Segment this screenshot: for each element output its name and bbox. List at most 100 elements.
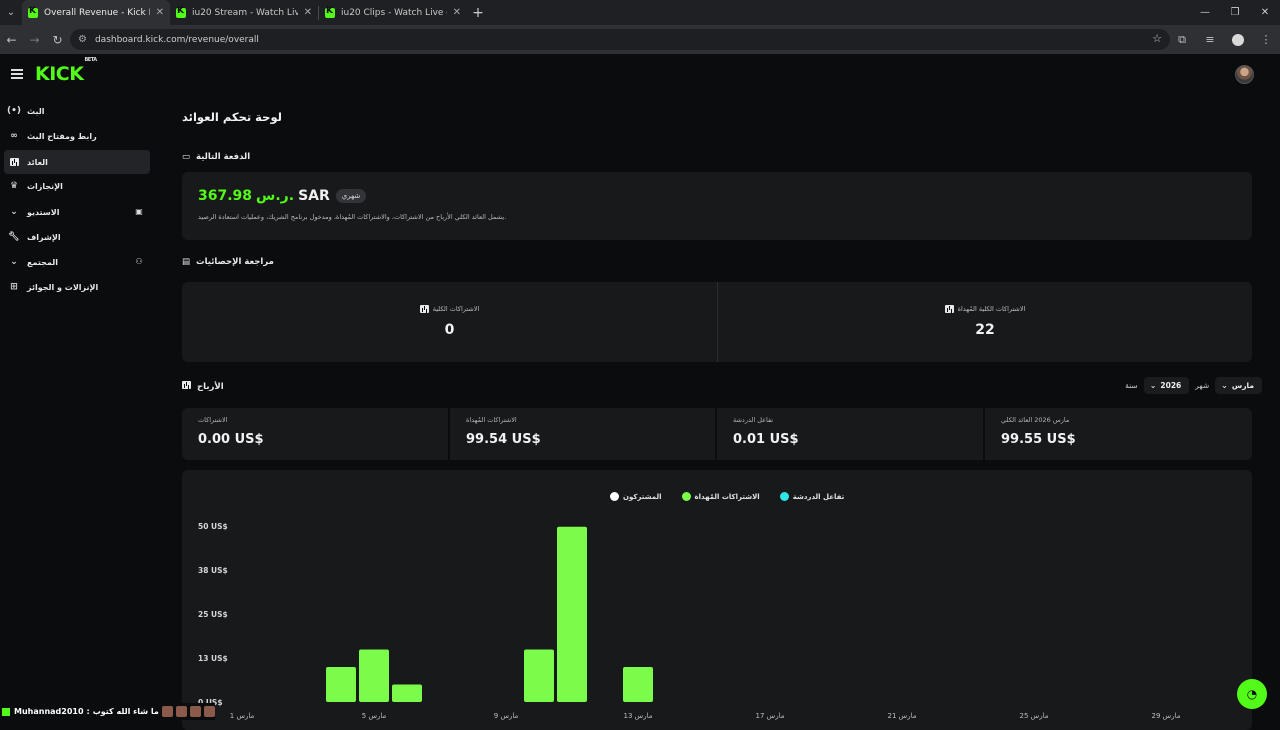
emote-icon: [189, 706, 201, 717]
hamburger-menu-icon[interactable]: [11, 69, 23, 79]
close-tab-icon[interactable]: ✕: [304, 7, 312, 18]
emote-icon: [175, 706, 187, 717]
sidebar: (•) البث ∞ رابط ومفتاح البث العائد ♛ الإ…: [0, 96, 160, 720]
chart-bar[interactable]: [326, 666, 356, 702]
x-tick-label: 17 مارس: [756, 712, 785, 720]
y-tick-label: 25 US$: [198, 610, 228, 619]
address-bar[interactable]: ⚙ dashboard.kick.com/revenue/overall ☆: [70, 29, 1170, 50]
user-avatar[interactable]: [1235, 65, 1254, 84]
sidebar-item-label: الإنجازات: [27, 181, 63, 191]
sidebar-item-label: رابط ومفتاح البث: [27, 131, 97, 141]
sidebar-item-community[interactable]: ⌄ المجتمع ⚇: [4, 250, 150, 274]
x-tick-label: 5 مارس: [362, 712, 387, 720]
studio-icon: ▣: [135, 207, 143, 216]
sidebar-item-label: العائد: [27, 157, 48, 167]
community-icon: ⚇: [135, 257, 143, 266]
earnings-label: تفاعل الدردشة: [733, 416, 774, 424]
chart-bar[interactable]: [557, 526, 587, 702]
restore-icon[interactable]: ❐: [1220, 0, 1250, 25]
payout-currency: SAR: [298, 188, 330, 204]
sidebar-item-moderation[interactable]: 🔧︎ الإشراف: [4, 225, 150, 249]
x-tick-label: 21 مارس: [888, 712, 917, 720]
chart-bar[interactable]: [623, 666, 653, 702]
sidebar-item-achievements[interactable]: ♛ الإنجازات: [4, 174, 150, 198]
earnings-label: مارس 2026 العائد الكلي: [1001, 416, 1070, 424]
support-chat-button[interactable]: ◔: [1237, 679, 1267, 709]
sidebar-item-stream-key[interactable]: ∞ رابط ومفتاح البث: [4, 124, 150, 148]
sidebar-item-label: الإشراف: [27, 232, 61, 242]
earnings-value: 0.01 US$: [733, 432, 799, 447]
stat-value: 0: [444, 322, 455, 338]
sidebar-item-label: الإنزالات و الجوائز: [27, 282, 99, 292]
kick-favicon-icon: [176, 6, 186, 18]
next-payout-card: 367.98 ر.س. SAR شهري يشمل العائد الكلي ا…: [182, 172, 1252, 240]
year-label: سنة: [1125, 381, 1138, 390]
earnings-cell-total: مارس 2026 العائد الكلي 99.55 US$: [985, 408, 1252, 460]
reload-icon[interactable]: ↻: [46, 25, 69, 54]
chevron-down-icon: ⌄: [10, 207, 18, 217]
sidebar-item-drops[interactable]: ⊞ الإنزالات و الجوائز: [4, 275, 150, 299]
kick-logo[interactable]: KICKBETA: [35, 57, 97, 85]
page-title: لوحة تحكم العوائد: [182, 110, 282, 124]
earnings-value: 0.00 US$: [198, 432, 264, 447]
next-payout-heading: ▭ الدفعة التالية: [182, 152, 251, 162]
year-select[interactable]: ⌄ 2026: [1143, 377, 1190, 394]
sidebar-item-label: الاستديو: [27, 207, 60, 217]
browser-toolbar: ← → ↻ ⚙ dashboard.kick.com/revenue/overa…: [0, 25, 1280, 54]
window-controls: — ❐ ✕: [1190, 0, 1280, 25]
chart-bar[interactable]: [359, 649, 389, 702]
broadcast-icon: (•): [7, 106, 21, 116]
wallet-icon: ▭: [182, 152, 191, 162]
payout-frequency-badge: شهري: [335, 189, 367, 203]
chart-bar[interactable]: [392, 684, 422, 702]
profile-icon[interactable]: [1232, 33, 1244, 46]
chat-message: ما شاء الله كتوب: [92, 707, 159, 716]
close-window-icon[interactable]: ✕: [1250, 0, 1280, 25]
kick-favicon-icon: [28, 6, 38, 18]
stat-total-subs: الاشتراكات الكلية 0: [182, 282, 717, 362]
kick-favicon-icon: [325, 6, 335, 18]
sidebar-item-studio[interactable]: ⌄ الاستديو ▣: [4, 200, 150, 224]
browser-tab-2[interactable]: iu20 Stream - Watch Live on Kick ✕: [170, 0, 318, 25]
stats-icon: ▤: [182, 257, 191, 267]
earnings-chart: 0 US$13 US$25 US$38 US$50 US$1 مارس5 مار…: [198, 522, 1181, 720]
media-icon[interactable]: ≡: [1196, 33, 1224, 46]
browser-right-tools: ⧉ ≡ ⋮: [1168, 25, 1280, 54]
menu-kebab-icon[interactable]: ⋮: [1252, 33, 1280, 46]
site-info-icon[interactable]: ⚙: [78, 34, 87, 45]
emote-icon: [161, 706, 173, 717]
wrench-icon: 🔧︎: [8, 232, 20, 242]
chart-bar[interactable]: [524, 649, 554, 702]
emote-icon: [203, 706, 215, 717]
stat-gifted-subs: الاشتراكات الكلية المُهداة 22: [718, 282, 1252, 362]
browser-tab-3[interactable]: iu20 Clips - Watch Live on Kick ✕: [319, 0, 467, 25]
forward-icon[interactable]: →: [23, 25, 46, 54]
month-select[interactable]: ⌄ مارس: [1215, 377, 1262, 394]
sidebar-item-revenue[interactable]: العائد: [4, 150, 150, 174]
trophy-icon: ♛: [9, 181, 19, 191]
browser-tab-1[interactable]: Overall Revenue - Kick Dashboard ✕: [22, 0, 170, 25]
new-tab-button[interactable]: +: [467, 5, 489, 21]
chevron-down-icon: ⌄: [1149, 381, 1157, 390]
extensions-icon[interactable]: ⧉: [1168, 33, 1196, 47]
minimize-icon[interactable]: —: [1190, 0, 1220, 25]
y-tick-label: 50 US$: [198, 522, 228, 531]
stat-value: 22: [975, 322, 995, 338]
close-tab-icon[interactable]: ✕: [453, 7, 461, 18]
back-icon[interactable]: ←: [0, 25, 23, 54]
earnings-value: 99.54 US$: [466, 432, 541, 447]
tab-search-icon[interactable]: ⌄: [0, 0, 22, 25]
y-tick-label: 38 US$: [198, 566, 228, 575]
month-label: شهر: [1195, 381, 1210, 390]
chat-username: Muhannad2010: [14, 707, 84, 716]
sidebar-item-stream[interactable]: (•) البث: [4, 99, 150, 123]
earnings-value: 99.55 US$: [1001, 432, 1076, 447]
main-content: لوحة تحكم العوائد ▭ الدفعة التالية 367.9…: [160, 96, 1270, 730]
payout-value: 367.98: [198, 188, 253, 204]
y-tick-label: 13 US$: [198, 654, 228, 663]
earnings-chart-card: المشتركون الاشتراكات المُهداة تفاعل الدر…: [182, 470, 1252, 730]
bookmark-star-icon[interactable]: ☆: [1152, 32, 1162, 45]
close-tab-icon[interactable]: ✕: [156, 7, 164, 18]
gift-icon: ⊞: [10, 282, 18, 292]
stat-label: الاشتراكات الكلية: [432, 305, 480, 313]
